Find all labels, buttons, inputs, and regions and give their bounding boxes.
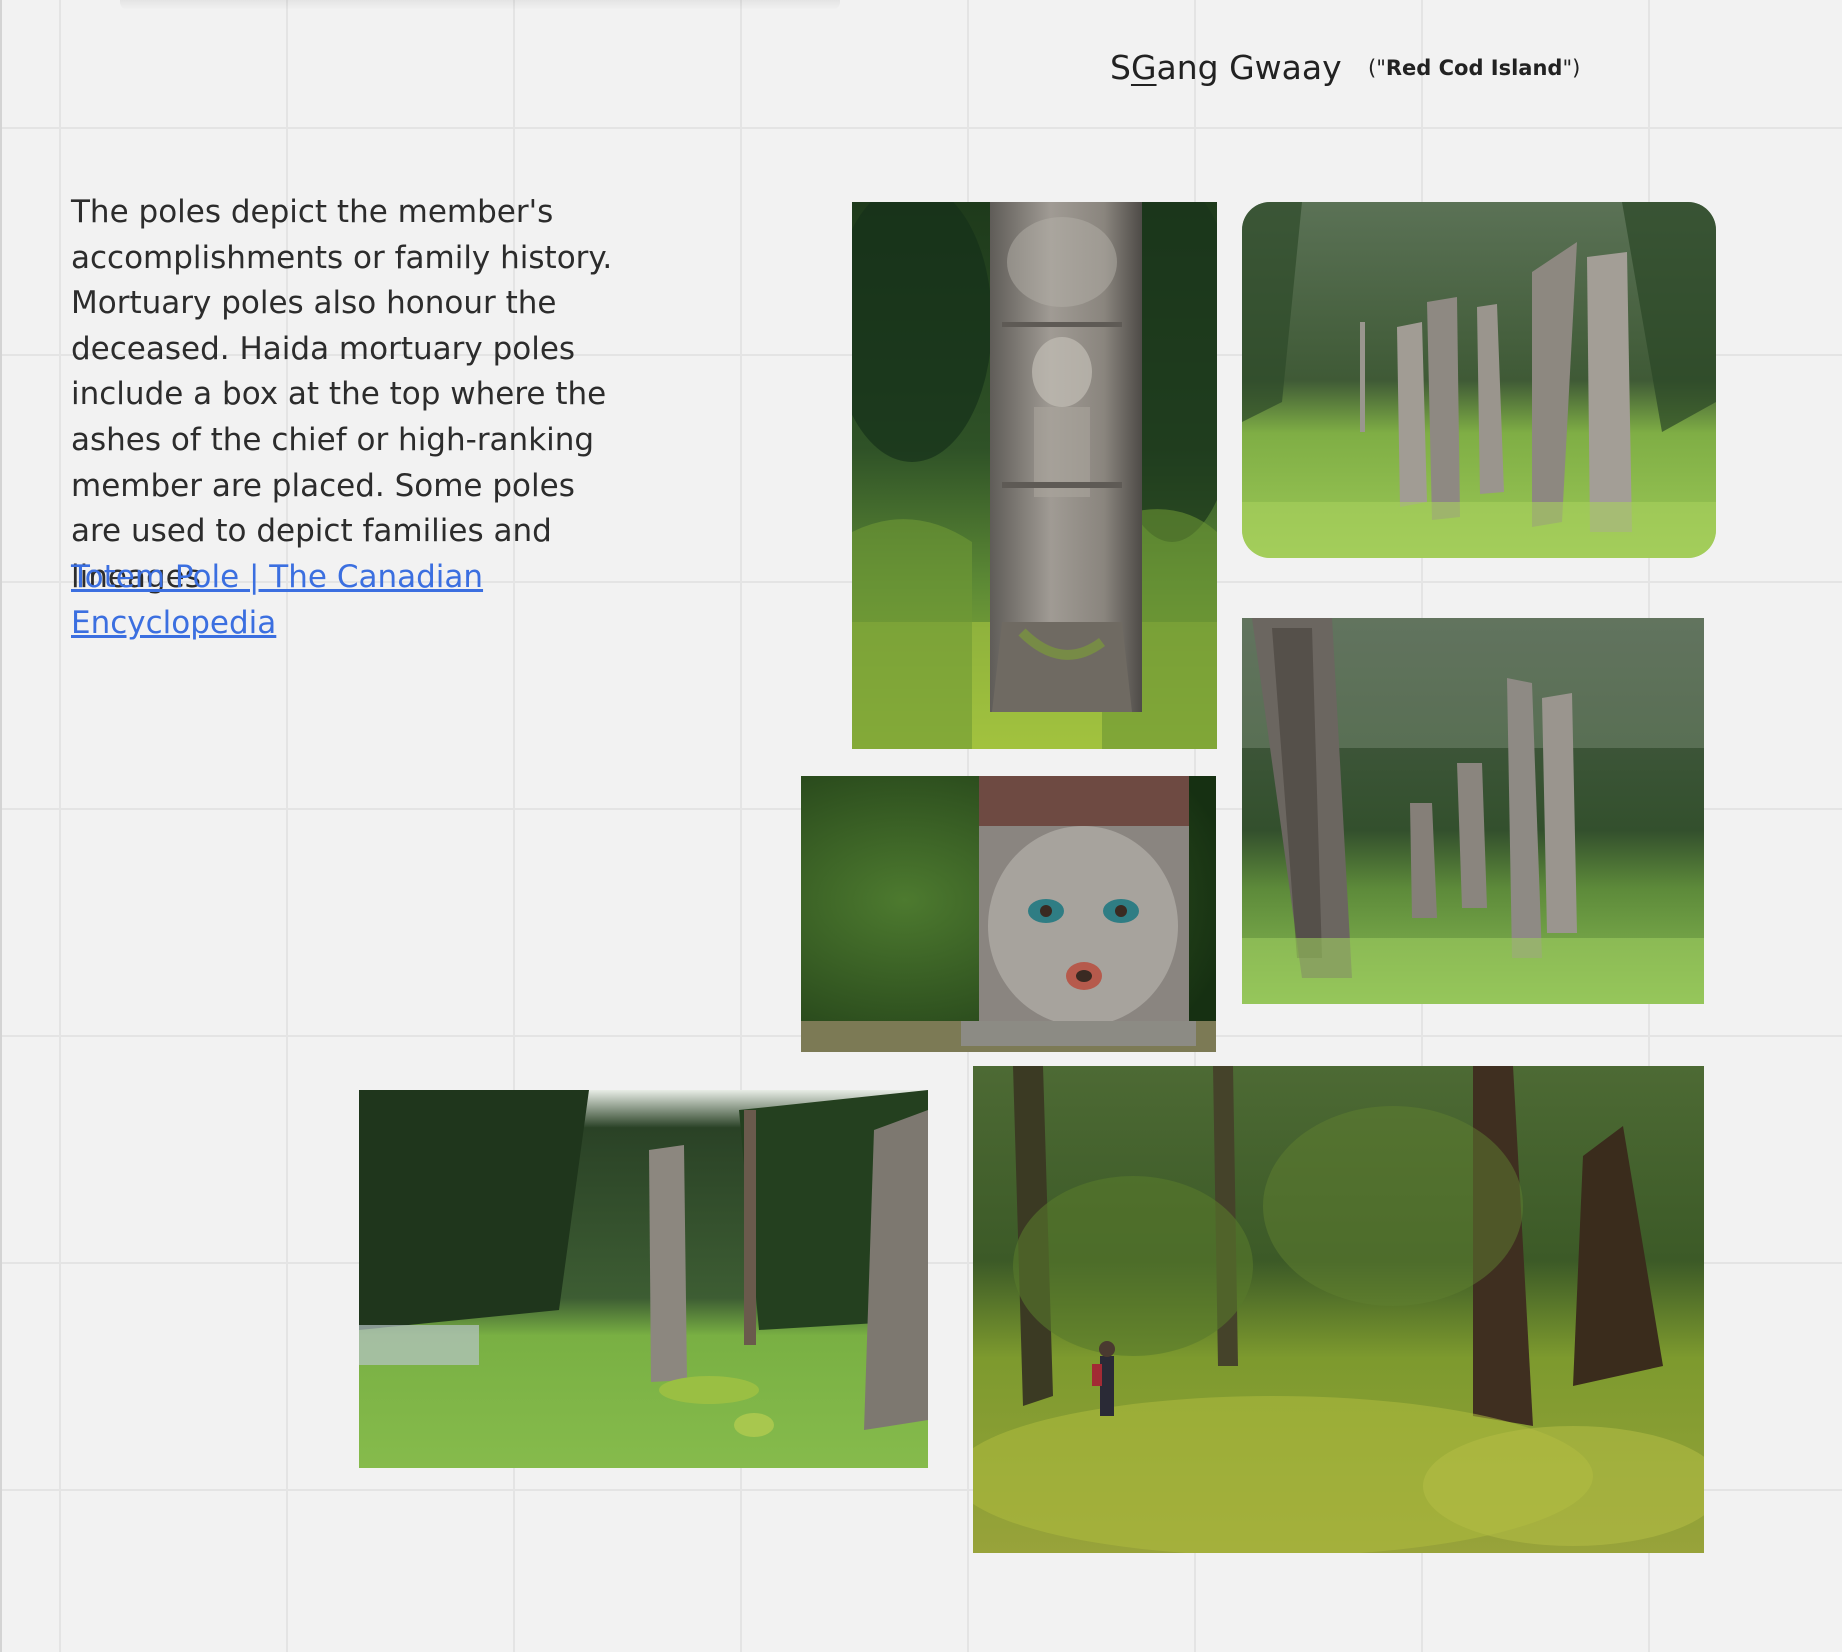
description-text[interactable]: The poles depict the member's accomplish…	[71, 190, 631, 600]
carved-face-photo[interactable]	[801, 776, 1216, 1052]
rainforest-photo[interactable]	[973, 1066, 1704, 1553]
canadian-encyclopedia-link[interactable]: Totem Pole | The Canadian Encyclopedia	[71, 555, 551, 646]
toolbar-shadow	[120, 0, 840, 10]
board-subtitle[interactable]: ("Red Cod Island")	[1368, 52, 1580, 84]
village-poles-photo[interactable]	[359, 1090, 928, 1468]
totem-poles-photo[interactable]	[1242, 202, 1716, 558]
canvas-edge	[0, 0, 2, 1652]
forest-poles-photo[interactable]	[1242, 618, 1704, 1004]
totem-pole-photo[interactable]	[852, 202, 1217, 749]
board-title[interactable]: SGang Gwaay	[1110, 46, 1342, 90]
